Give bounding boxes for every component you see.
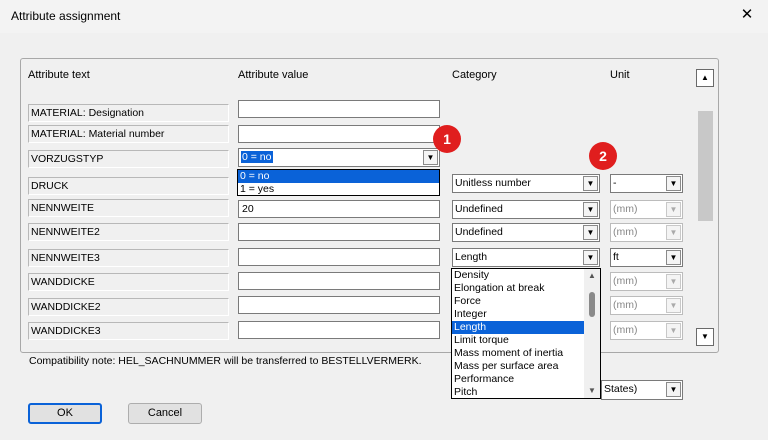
vorzugstyp-select[interactable]: 0 = no ▼ — [238, 148, 440, 167]
category-select[interactable]: Undefined ▼ — [452, 200, 600, 219]
unit-value: - — [613, 177, 617, 189]
scroll-down-icon[interactable]: ▼ — [696, 328, 714, 346]
unit-select[interactable]: - ▼ — [610, 174, 683, 193]
category-dropdown-list: Density Elongation at break Force Intege… — [451, 268, 601, 399]
callout-badge-2: 2 — [589, 142, 617, 170]
attribute-value-input[interactable] — [238, 321, 440, 339]
unit-value: (mm) — [613, 275, 638, 287]
chevron-down-icon[interactable]: ▼ — [666, 250, 681, 265]
window-title: Attribute assignment — [11, 9, 121, 23]
attribute-label: MATERIAL: Designation — [28, 104, 229, 122]
attribute-label: WANDDICKE2 — [28, 298, 229, 316]
chevron-down-icon: ▼ — [666, 298, 681, 313]
attribute-value-input[interactable]: 20 — [238, 200, 440, 218]
category-value: Unitless number — [455, 177, 531, 189]
dropdown-scrollbar[interactable]: ▲ ▼ — [584, 269, 600, 398]
scroll-thumb[interactable] — [589, 292, 595, 317]
dropdown-option[interactable]: Length — [452, 321, 600, 334]
close-icon[interactable]: ✕ — [736, 4, 758, 26]
attribute-label: NENNWEITE3 — [28, 249, 229, 267]
attribute-value-input[interactable] — [238, 100, 440, 118]
attribute-value-input[interactable] — [238, 125, 440, 143]
chevron-down-icon[interactable]: ▼ — [583, 176, 598, 191]
unit-value: (mm) — [613, 203, 638, 215]
unit-select[interactable]: ft ▼ — [610, 248, 683, 267]
attribute-label: VORZUGSTYP — [28, 150, 229, 168]
units-system-value: States) — [604, 383, 638, 395]
chevron-down-icon: ▼ — [666, 225, 681, 240]
category-select[interactable]: Undefined ▼ — [452, 223, 600, 242]
category-select[interactable]: Unitless number ▼ — [452, 174, 600, 193]
unit-select: (mm) ▼ — [610, 223, 683, 242]
vorzugstyp-dropdown-list: 0 = no 1 = yes — [237, 169, 440, 196]
chevron-down-icon[interactable]: ▼ — [583, 225, 598, 240]
attribute-label: WANDDICKE — [28, 273, 229, 291]
attribute-value-input[interactable] — [238, 272, 440, 290]
dropdown-option[interactable]: Mass per surface area — [452, 360, 600, 373]
header-unit: Unit — [610, 69, 630, 81]
category-value: Undefined — [455, 226, 503, 238]
dialog-body: Attribute text Attribute value Category … — [0, 33, 768, 440]
attribute-label: NENNWEITE — [28, 199, 229, 217]
units-system-select[interactable]: States) ▼ — [601, 380, 683, 400]
unit-value: (mm) — [613, 299, 638, 311]
selected-value: 0 = no — [241, 151, 273, 163]
cancel-button[interactable]: Cancel — [128, 403, 202, 424]
category-select[interactable]: Length ▼ — [452, 248, 600, 267]
scroll-down-icon[interactable]: ▼ — [584, 384, 600, 398]
dropdown-option[interactable]: Density — [452, 269, 600, 282]
chevron-down-icon[interactable]: ▼ — [423, 150, 438, 165]
chevron-down-icon: ▼ — [666, 202, 681, 217]
dropdown-option[interactable]: Elongation at break — [452, 282, 600, 295]
chevron-down-icon[interactable]: ▼ — [666, 176, 681, 191]
unit-select: (mm) ▼ — [610, 200, 683, 219]
dropdown-option[interactable]: 0 = no — [238, 170, 439, 183]
header-category: Category — [452, 69, 497, 81]
chevron-down-icon: ▼ — [666, 323, 681, 338]
dropdown-option[interactable]: Force — [452, 295, 600, 308]
dropdown-option[interactable]: 1 = yes — [238, 183, 439, 196]
attribute-value-input[interactable] — [238, 248, 440, 266]
chevron-down-icon: ▼ — [666, 274, 681, 289]
unit-value: (mm) — [613, 324, 638, 336]
attribute-value-input[interactable] — [238, 223, 440, 241]
attribute-panel: Attribute text Attribute value Category … — [20, 58, 719, 353]
attribute-label: DRUCK — [28, 177, 229, 195]
attribute-label: WANDDICKE3 — [28, 322, 229, 340]
chevron-down-icon[interactable]: ▼ — [583, 250, 598, 265]
attribute-label: NENNWEITE2 — [28, 223, 229, 241]
scroll-up-icon[interactable]: ▲ — [584, 269, 600, 283]
dropdown-option[interactable]: Pitch — [452, 386, 600, 399]
dropdown-option[interactable]: Mass moment of inertia — [452, 347, 600, 360]
unit-value: (mm) — [613, 226, 638, 238]
header-attribute-text: Attribute text — [28, 69, 90, 81]
scroll-up-icon[interactable]: ▲ — [696, 69, 714, 87]
attribute-label: MATERIAL: Material number — [28, 125, 229, 143]
dropdown-option[interactable]: Limit torque — [452, 334, 600, 347]
unit-value: ft — [613, 251, 619, 263]
title-bar: Attribute assignment ✕ — [0, 0, 768, 34]
attribute-value-input[interactable] — [238, 296, 440, 314]
unit-select: (mm) ▼ — [610, 296, 683, 315]
callout-badge-1: 1 — [433, 125, 461, 153]
compatibility-note: Compatibility note: HEL_SACHNUMMER will … — [29, 355, 422, 367]
chevron-down-icon[interactable]: ▼ — [583, 202, 598, 217]
scroll-thumb[interactable] — [698, 111, 713, 221]
ok-button[interactable]: OK — [28, 403, 102, 424]
dropdown-option[interactable]: Integer — [452, 308, 600, 321]
header-attribute-value: Attribute value — [238, 69, 309, 81]
category-value: Length — [455, 251, 488, 263]
unit-select: (mm) ▼ — [610, 272, 683, 291]
chevron-down-icon[interactable]: ▼ — [666, 382, 681, 397]
category-value: Undefined — [455, 203, 503, 215]
unit-select: (mm) ▼ — [610, 321, 683, 340]
panel-scrollbar[interactable]: ▲ ▼ — [696, 65, 715, 346]
dropdown-option[interactable]: Performance — [452, 373, 600, 386]
